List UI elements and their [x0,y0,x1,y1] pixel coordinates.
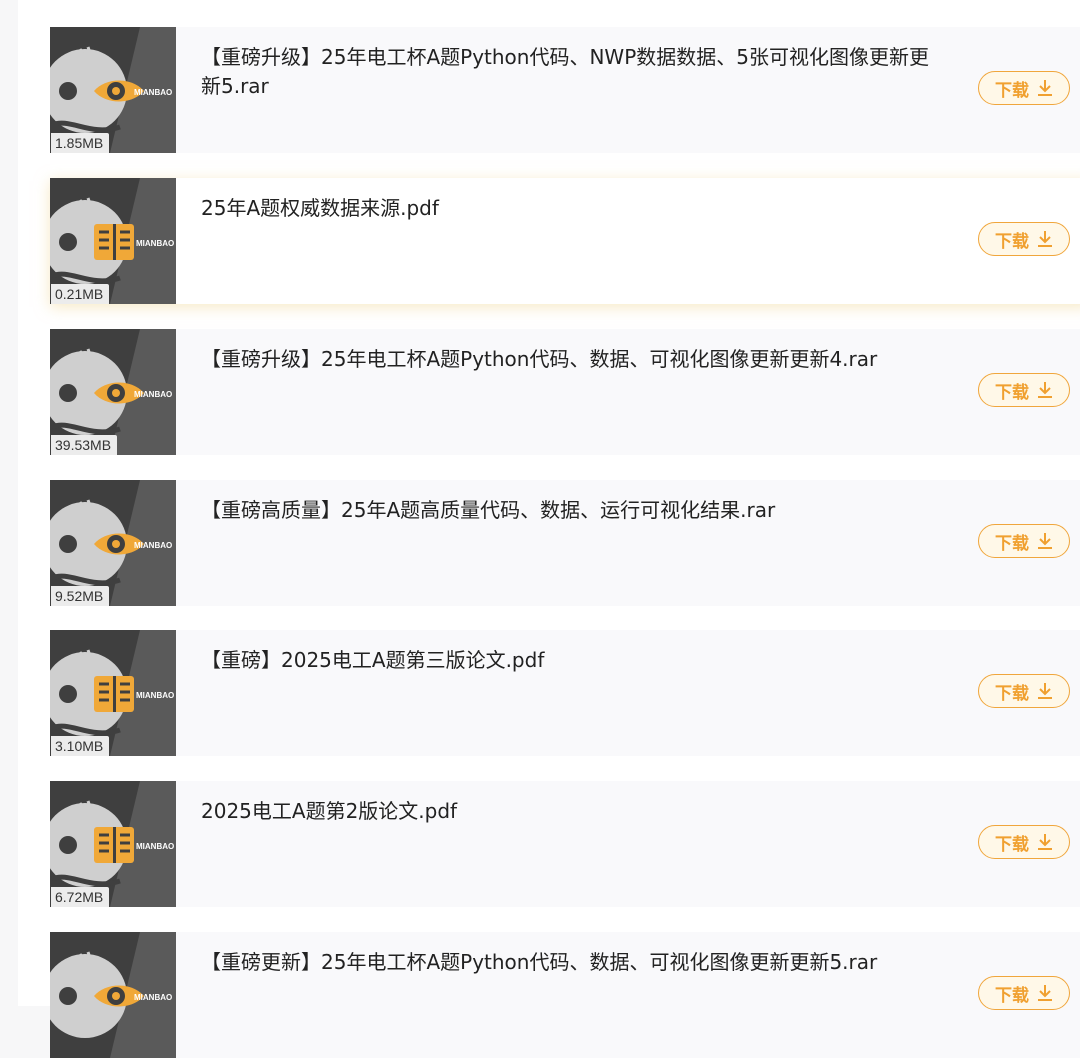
svg-text:MIANBAO: MIANBAO [134,390,172,399]
file-title[interactable]: 【重磅升级】25年电工杯A题Python代码、数据、可视化图像更新更新4.rar [201,345,936,374]
file-size-badge: 6.72MB [51,887,110,907]
file-title[interactable]: 25年A题权威数据来源.pdf [201,194,936,223]
file-size-badge: 39.53MB [51,435,118,455]
file-item[interactable]: MIANBAO 【重磅更新】25年电工杯A题Python代码、数据、可视化图像更… [50,932,1080,1058]
download-icon [1038,683,1052,699]
file-size-badge: 1.85MB [51,133,110,153]
file-item[interactable]: MIANBAO 3.10MB 【重磅】2025电工A题第三版论文.pdf 下载 [50,630,1080,756]
download-button[interactable]: 下载 [978,524,1070,558]
svg-text:MIANBAO: MIANBAO [136,691,174,700]
file-size-badge: 0.21MB [51,284,110,304]
file-size-badge: 9.52MB [51,586,110,606]
download-icon [1038,533,1052,549]
file-thumbnail: MIANBAO 6.72MB [50,781,176,907]
file-item[interactable]: MIANBAO 6.72MB 2025电工A题第2版论文.pdf 下载 [50,781,1080,907]
download-button[interactable]: 下载 [978,976,1070,1010]
file-item[interactable]: MIANBAO 39.53MB 【重磅升级】25年电工杯A题Python代码、数… [50,329,1080,455]
download-icon [1038,231,1052,247]
file-thumbnail: MIANBAO 0.21MB [50,178,176,304]
file-thumbnail: MIANBAO 3.10MB [50,630,176,756]
svg-text:MIANBAO: MIANBAO [136,842,174,851]
svg-text:MIANBAO: MIANBAO [136,239,174,248]
file-title[interactable]: 【重磅升级】25年电工杯A题Python代码、NWP数据数据、5张可视化图像更新… [201,43,936,101]
download-icon [1038,80,1052,96]
file-item[interactable]: MIANBAO 0.21MB 25年A题权威数据来源.pdf 下载 [50,178,1080,304]
file-thumbnail: MIANBAO [50,932,176,1058]
file-thumbnail: MIANBAO 9.52MB [50,480,176,606]
file-item[interactable]: MIANBAO 1.85MB 【重磅升级】25年电工杯A题Python代码、NW… [50,27,1080,153]
eye-icon: MIANBAO [50,932,176,1058]
download-button[interactable]: 下载 [978,825,1070,859]
download-button[interactable]: 下载 [978,71,1070,105]
file-thumbnail: MIANBAO 39.53MB [50,329,176,455]
file-title[interactable]: 2025电工A题第2版论文.pdf [201,797,936,826]
download-button[interactable]: 下载 [978,674,1070,708]
download-icon [1038,382,1052,398]
download-button[interactable]: 下载 [978,373,1070,407]
svg-text:MIANBAO: MIANBAO [134,541,172,550]
svg-text:MIANBAO: MIANBAO [134,993,172,1002]
file-title[interactable]: 【重磅】2025电工A题第三版论文.pdf [201,646,936,675]
download-icon [1038,985,1052,1001]
file-thumbnail: MIANBAO 1.85MB [50,27,176,153]
file-size-badge: 3.10MB [51,736,110,756]
file-item[interactable]: MIANBAO 9.52MB 【重磅高质量】25年A题高质量代码、数据、运行可视… [50,480,1080,606]
file-title[interactable]: 【重磅高质量】25年A题高质量代码、数据、运行可视化结果.rar [201,496,936,525]
download-icon [1038,834,1052,850]
file-list-panel: MIANBAO 1.85MB 【重磅升级】25年电工杯A题Python代码、NW… [18,0,1080,1058]
download-button[interactable]: 下载 [978,222,1070,256]
svg-text:MIANBAO: MIANBAO [134,88,172,97]
file-title[interactable]: 【重磅更新】25年电工杯A题Python代码、数据、可视化图像更新更新5.rar [201,948,936,977]
